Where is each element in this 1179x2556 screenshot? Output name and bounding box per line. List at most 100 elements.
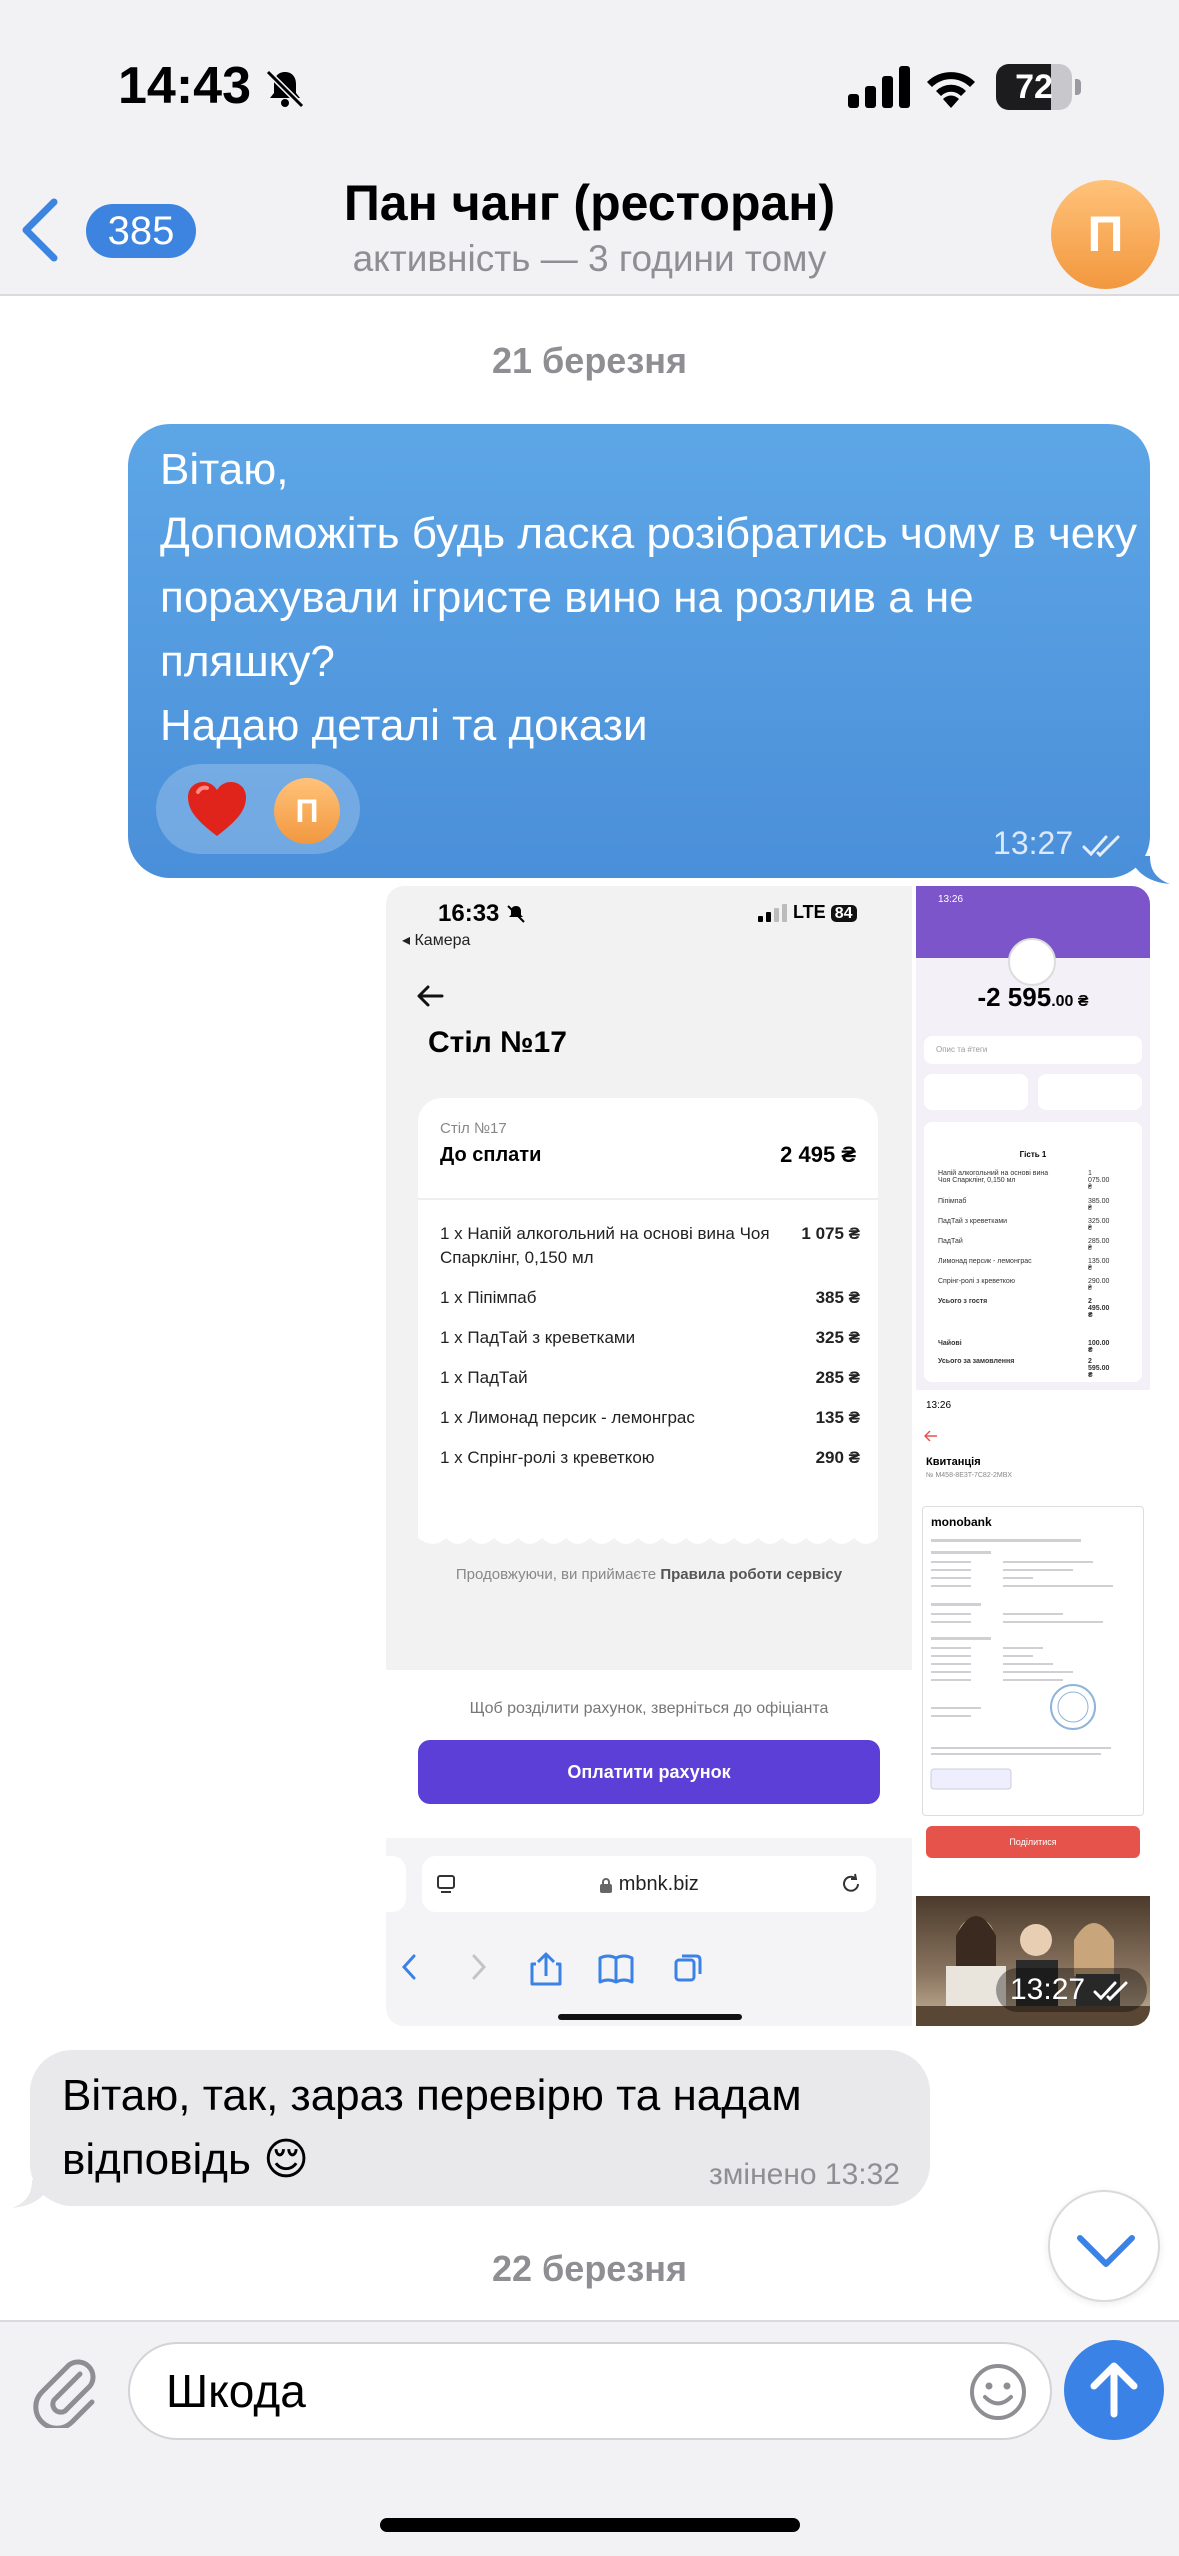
terms-notice: Продовжуючи, ви приймаєте Правила роботи… (386, 1566, 912, 1583)
receipt-item-name: 1 х Напій алкогольний на основі вина Чоя… (440, 1224, 770, 1267)
shot-status-time: 16:33 (438, 900, 500, 927)
statement-total: Усього за замовлення 2 595.00 ₴ (938, 1358, 1109, 1379)
bubble-tail (1130, 856, 1170, 884)
receipt-item: 1 х Піпімпаб 385 ₴ (440, 1286, 860, 1310)
statement-line: ПадТай з креветками 325.00 ₴ (938, 1218, 1109, 1232)
cellular-signal-icon (848, 66, 910, 108)
deposit-card (924, 1074, 1028, 1110)
chat-title[interactable]: Пан чанг (ресторан) (0, 174, 1179, 232)
battery-level: 72 (1015, 68, 1053, 106)
media-album[interactable]: 16:33 ◂ Камера LTE 84 Стіл №17 Стіл №17 (386, 886, 1150, 2026)
battery-icon: 72 (996, 64, 1081, 110)
media-meta: 13:27 (996, 1968, 1148, 2012)
browser-chrome: mbnk.biz (386, 1838, 912, 2026)
message-meta: 13:27 (993, 825, 1126, 862)
document-lines (930, 1539, 1113, 1790)
double-check-icon (1082, 835, 1120, 857)
date-separator: 22 березня (492, 2248, 687, 2289)
statement-line-name: Усього з гостя (938, 1298, 988, 1305)
terms-prefix: Продовжуючи, ви приймаєте (455, 1566, 661, 1583)
receipt-item-name: 1 х Піпімпаб (440, 1288, 537, 1307)
receipt-card: Стіл №17 До сплати 2 495 ₴ 1 х Напій алк… (418, 1098, 878, 1534)
status-bar: 14:43 72 (0, 0, 1179, 150)
double-check-icon (1093, 1981, 1128, 2002)
browser-toolbar (401, 1952, 702, 1986)
payment-panel: Щоб розділити рахунок, зверніться до офі… (386, 1670, 912, 2026)
statement-line: Напій алкогольний на основі вина Чоя Спа… (938, 1170, 1109, 1191)
cashback-card (1038, 1074, 1142, 1110)
share-button: Поділитися (926, 1826, 1140, 1858)
statement-line-price: 1 075.00 ₴ (1088, 1170, 1110, 1191)
photo-bank-statement[interactable]: 13:26 -2 595.00 ₴ Опис та #теги Гість 1 … (916, 886, 1150, 1390)
bubble-tail (12, 2180, 52, 2208)
receipt-item: 1 х ПадТай 285 ₴ (440, 1366, 860, 1390)
url-text: mbnk.biz (618, 1873, 699, 1895)
message-text: Вітаю, Допоможіть будь ласка розібратись… (160, 445, 1138, 750)
receipt-item-name: 1 х ПадТай (440, 1368, 528, 1387)
receipt-lines: Гість 1 Напій алкогольний на основі вина… (924, 1122, 1142, 1382)
receipt-items: 1 х Напій алкогольний на основі вина Чоя… (440, 1222, 860, 1486)
shot3-time: 13:26 (926, 1400, 952, 1411)
photo-receipt-screenshot[interactable]: 16:33 ◂ Камера LTE 84 Стіл №17 Стіл №17 (386, 886, 912, 2026)
pay-bill-button: Оплатити рахунок (418, 1740, 880, 1804)
receipt-item-price: 290 ₴ (815, 1448, 860, 1467)
shot2-time: 13:26 (938, 894, 964, 905)
lock-icon (600, 1877, 613, 1893)
chevron-down-icon (1077, 2235, 1135, 2267)
paperclip-icon[interactable] (30, 2352, 100, 2428)
reactions-bar[interactable]: П (156, 764, 360, 854)
due-label: До сплати (440, 1144, 542, 1166)
reload-icon (843, 1873, 859, 1892)
amount-decimals: .00 ₴ (1051, 993, 1089, 1010)
statement-line-price: 2 495.00 ₴ (1088, 1298, 1110, 1319)
arrow-left-icon (924, 1430, 937, 1442)
photo-bank-receipt[interactable]: 13:26 Квитанція № M458-8E3T-7C82-2MBX mo… (916, 1394, 1150, 1892)
guest-label: Гість 1 (1019, 1150, 1047, 1159)
receipt-item: 1 х Напій алкогольний на основі вина Чоя… (440, 1222, 860, 1270)
amount-main: -2 595 (977, 982, 1052, 1012)
back-to-camera: ◂ Камера (402, 932, 471, 949)
statement-total-label: Усього за замовлення (938, 1358, 1015, 1365)
home-indicator (380, 2518, 800, 2532)
incoming-message[interactable]: Вітаю, так, зараз перевірю та надам відп… (30, 2050, 930, 2206)
last-seen-status: активність — 3 години тому (352, 238, 827, 279)
heart-reaction-icon (188, 782, 246, 836)
transaction-amount: -2 595.00 ₴ (916, 982, 1150, 1013)
statement-line-name: Напій алкогольний на основі вина Чоя Спа… (938, 1170, 1049, 1184)
tags-placeholder: Опис та #теги (936, 1045, 988, 1054)
date-separator: 21 березня (492, 340, 687, 381)
statement-line: Спрінг-ролі з креветкою 290.00 ₴ (938, 1278, 1109, 1292)
receipt-table: Стіл №17 (440, 1120, 507, 1137)
receipt-edge (418, 1530, 878, 1544)
message-list[interactable]: 21 березня Вітаю, Допоможіть будь ласка … (0, 296, 1179, 2320)
statement-tips-price: 100.00 ₴ (1088, 1340, 1110, 1354)
message-input[interactable]: Шкода (128, 2342, 1052, 2440)
contact-avatar[interactable]: П (1051, 180, 1160, 289)
statement-line-price: 325.00 ₴ (1088, 1218, 1110, 1232)
receipt-item-price: 385 ₴ (815, 1288, 860, 1307)
statement-line: Піпімпаб 385.00 ₴ (938, 1198, 1109, 1212)
arrow-up-icon (1090, 2362, 1138, 2418)
statement-tips: Чайові 100.00 ₴ (938, 1340, 1109, 1354)
statement-tips-label: Чайові (938, 1340, 962, 1347)
statement-line-name: Лимонад персик - лемонграс (938, 1258, 1032, 1265)
outgoing-message[interactable]: Вітаю, Допоможіть будь ласка розібратись… (128, 424, 1150, 878)
statement-line-name: Піпімпаб (938, 1198, 967, 1205)
split-hint: Щоб розділити рахунок, зверніться до офі… (469, 1700, 829, 1717)
statement-line: Усього з гостя 2 495.00 ₴ (938, 1298, 1109, 1319)
send-button[interactable] (1064, 2340, 1164, 2440)
receipt-item: 1 х Лимонад персик - лемонграс 135 ₴ (440, 1406, 860, 1430)
statement-line-price: 285.00 ₴ (1088, 1238, 1110, 1252)
receipt-item-price: 1 075 ₴ (801, 1224, 860, 1243)
statement-line-name: ПадТай (938, 1238, 963, 1245)
statement-line-name: Спрінг-ролі з креветкою (938, 1278, 1016, 1285)
receipt-document: monobank (922, 1506, 1144, 1816)
scroll-to-bottom-button[interactable] (1048, 2190, 1160, 2302)
statement-line-price: 385.00 ₴ (1088, 1198, 1110, 1212)
reader-icon (437, 1875, 455, 1893)
receipt-item-name: 1 х Лимонад персик - лемонграс (440, 1408, 695, 1427)
message-edited-time: змінено 13:32 (709, 2158, 900, 2191)
message-input-text: Шкода (166, 2365, 306, 2417)
emoji-icon[interactable] (968, 2362, 1028, 2422)
receipt-number: № M458-8E3T-7C82-2MBX (926, 1472, 1013, 1479)
